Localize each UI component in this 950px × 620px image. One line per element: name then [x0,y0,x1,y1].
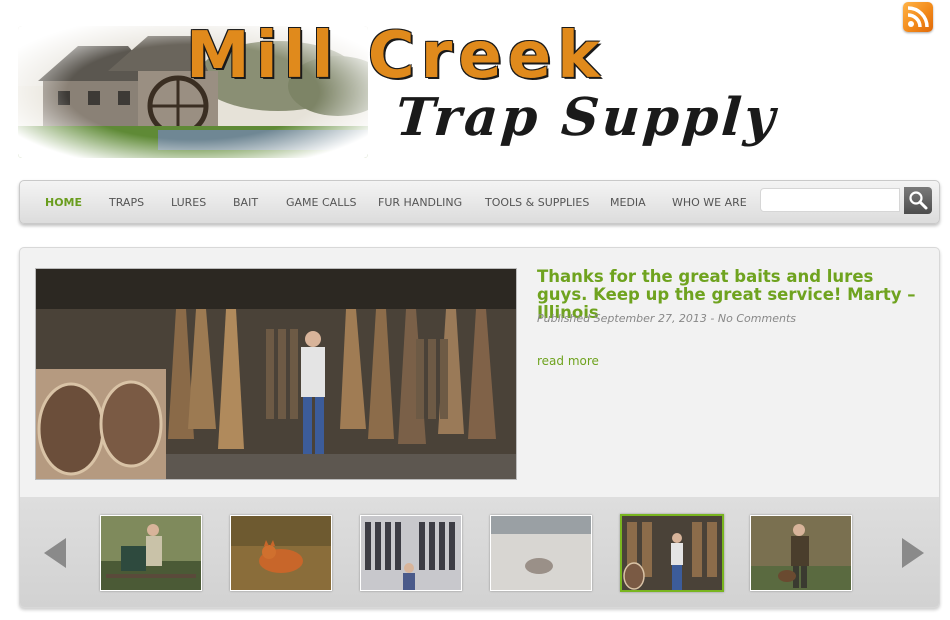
thumbnail-6[interactable] [750,515,852,591]
logo-title: Mill Creek [186,19,606,93]
thumbnail-5[interactable] [620,514,724,592]
search-button[interactable] [904,187,932,214]
search-input[interactable] [760,188,900,212]
nav-item-fur-handling[interactable]: FUR HANDLING [378,196,462,209]
post-comments-link[interactable]: No Comments [718,312,796,325]
main-nav: HOME TRAPS LURES BAIT GAME CALLS FUR HAN… [19,180,940,224]
nav-item-game-calls[interactable]: GAME CALLS [286,196,356,209]
nav-item-media[interactable]: MEDIA [610,196,646,209]
arrow-left-icon[interactable] [40,536,70,570]
nav-item-lures[interactable]: LURES [171,196,206,209]
thumbnail-2[interactable] [230,515,332,591]
thumbnail-1[interactable] [100,515,202,591]
post-meta: Published September 27, 2013 - No Commen… [537,312,796,325]
thumbnail-3[interactable] [360,515,462,591]
logo-subtitle: Trap Supply [393,87,780,148]
search-icon [909,191,928,210]
nav-item-who-we-are[interactable]: WHO WE ARE [672,196,747,209]
nav-item-tools-supplies[interactable]: TOOLS & SUPPLIES [485,196,589,209]
nav-item-traps[interactable]: TRAPS [109,196,144,209]
rss-icon[interactable] [903,2,933,32]
featured-panel: Thanks for the great baits and lures guy… [19,247,940,608]
search-box [760,187,932,215]
nav-item-home[interactable]: HOME [45,196,82,209]
site-logo[interactable]: Mill Creek Trap Supply [18,22,818,164]
featured-image[interactable] [35,268,517,480]
thumbnail-strip [20,497,939,607]
arrow-right-icon[interactable] [898,536,928,570]
post-published-date: Published September 27, 2013 - [537,312,715,325]
read-more-link[interactable]: read more [537,354,599,368]
thumbnail-4[interactable] [490,515,592,591]
nav-item-bait[interactable]: BAIT [233,196,258,209]
